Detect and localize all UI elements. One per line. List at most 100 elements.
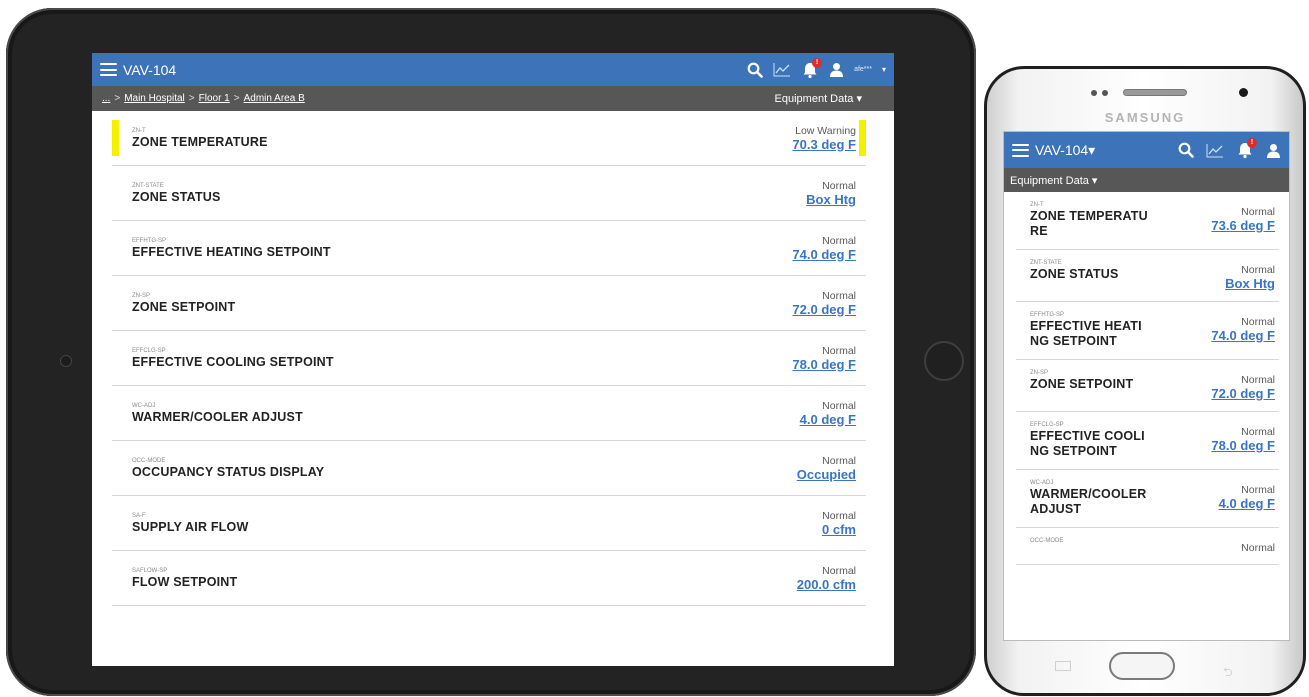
breadcrumb-ellipsis[interactable]: ...: [102, 93, 110, 104]
phone-device: SAMSUNG VAV-104▾ ! Equipment Data ▾ ZN-T…: [984, 66, 1306, 696]
point-status: Normal: [822, 454, 856, 467]
point-code: EFFCLG-SP: [1030, 422, 1064, 428]
point-row-warmer-cooler-adjust[interactable]: WC-ADJ WARMER/COOLER ADJUST Normal 4.0 d…: [112, 386, 866, 441]
warning-indicator: [859, 120, 866, 156]
point-status: Normal: [1241, 484, 1275, 496]
point-code: ZNT-STATE: [1030, 260, 1062, 266]
phone-app-header: VAV-104▾ !: [1004, 132, 1289, 168]
breadcrumb: ... > Main Hospital > Floor 1 > Admin Ar…: [92, 86, 894, 111]
phone-point-row-zone-temperature[interactable]: ZN-T ZONE TEMPERATURE Normal 73.6 deg F: [1016, 192, 1279, 250]
point-value-link[interactable]: 200.0 cfm: [797, 577, 856, 592]
trend-chart-icon[interactable]: [773, 62, 791, 77]
point-code: SAFLOW-SP: [132, 567, 168, 574]
breadcrumb-admin-area-b[interactable]: Admin Area B: [244, 93, 305, 104]
point-row-effective-cooling-setpoint[interactable]: EFFCLG-SP EFFECTIVE COOLING SETPOINT Nor…: [112, 331, 866, 386]
point-value-link[interactable]: 72.0 deg F: [792, 302, 856, 317]
point-name: ZONE SETPOINT: [1030, 377, 1134, 391]
point-value-link[interactable]: Occupied: [797, 467, 856, 482]
point-name: ZONE TEMPERATURE: [1030, 209, 1148, 238]
point-code: EFFHTG-SP: [1030, 312, 1064, 318]
phone-speaker: [1123, 89, 1187, 96]
tablet-device: VAV-104 ! afe*** ▾ ... > Main Hospital >…: [6, 8, 976, 696]
point-name: SUPPLY AIR FLOW: [132, 519, 249, 534]
tablet-home-button[interactable]: [924, 341, 964, 381]
point-code: WC-ADJ: [132, 402, 156, 409]
equipment-data-menu[interactable]: Equipment Data ▾: [775, 92, 862, 105]
point-code: ZN-SP: [1030, 370, 1048, 376]
point-value-link[interactable]: Box Htg: [1225, 276, 1275, 291]
breadcrumb-floor-1[interactable]: Floor 1: [199, 93, 230, 104]
point-name: EFFECTIVE COOLING SETPOINT: [1030, 429, 1145, 458]
user-icon[interactable]: [829, 62, 844, 77]
point-code: SA-F: [132, 512, 146, 519]
app-title: VAV-104: [123, 61, 177, 78]
point-row-occupancy-status-display[interactable]: OCC-MODE OCCUPANCY STATUS DISPLAY Normal…: [112, 441, 866, 496]
point-status: Normal: [822, 399, 856, 412]
point-value-link[interactable]: 4.0 deg F: [800, 412, 856, 427]
point-name: ZONE TEMPERATURE: [132, 134, 268, 149]
phone-point-row-zone-setpoint[interactable]: ZN-SP ZONE SETPOINT Normal 72.0 deg F: [1016, 360, 1279, 412]
point-status: Normal: [1241, 426, 1275, 438]
point-value-link[interactable]: 74.0 deg F: [1211, 328, 1275, 343]
point-value-link[interactable]: Box Htg: [806, 192, 856, 207]
hamburger-icon[interactable]: [1012, 143, 1029, 157]
tablet-screen: VAV-104 ! afe*** ▾ ... > Main Hospital >…: [92, 53, 894, 666]
point-status: Normal: [822, 179, 856, 192]
point-value-link[interactable]: 78.0 deg F: [1211, 438, 1275, 453]
point-code: OCC-MODE: [1030, 538, 1064, 544]
phone-point-row-warmer-cooler-adjust[interactable]: WC-ADJ WARMER/COOLER ADJUST Normal 4.0 d…: [1016, 470, 1279, 528]
bell-icon[interactable]: !: [801, 57, 823, 79]
phone-app-title[interactable]: VAV-104▾: [1035, 142, 1095, 159]
phone-equipment-data-menu[interactable]: Equipment Data ▾: [1004, 168, 1289, 192]
recent-apps-key[interactable]: [1055, 661, 1071, 671]
point-name: ZONE STATUS: [1030, 267, 1119, 281]
breadcrumb-separator: >: [114, 93, 121, 104]
phone-brand-logo: SAMSUNG: [1104, 110, 1186, 125]
chevron-down-icon[interactable]: ▾: [882, 65, 886, 74]
point-code: ZNT-STATE: [132, 182, 164, 189]
point-row-zone-setpoint[interactable]: ZN-SP ZONE SETPOINT Normal 72.0 deg F: [112, 276, 866, 331]
trend-chart-icon[interactable]: [1206, 143, 1224, 158]
point-status: Normal: [1241, 264, 1275, 276]
back-key[interactable]: ⮌: [1223, 663, 1233, 684]
phone-screen: VAV-104▾ ! Equipment Data ▾ ZN-T ZONE TE…: [1003, 131, 1290, 641]
phone-home-button[interactable]: [1109, 652, 1175, 680]
warning-indicator: [112, 120, 119, 156]
point-value-link[interactable]: 74.0 deg F: [792, 247, 856, 262]
phone-sensors: [1091, 90, 1108, 96]
point-list: ZN-T ZONE TEMPERATURE Low Warning 70.3 d…: [92, 111, 894, 606]
point-value-link[interactable]: 72.0 deg F: [1211, 386, 1275, 401]
point-name: EFFECTIVE COOLING SETPOINT: [132, 354, 334, 369]
breadcrumb-separator: >: [188, 93, 195, 104]
point-row-zone-status[interactable]: ZNT-STATE ZONE STATUS Normal Box Htg: [112, 166, 866, 221]
phone-point-row-zone-status[interactable]: ZNT-STATE ZONE STATUS Normal Box Htg: [1016, 250, 1279, 302]
user-icon[interactable]: [1266, 143, 1281, 158]
point-status: Normal: [822, 234, 856, 247]
point-value-link[interactable]: 73.6 deg F: [1211, 218, 1275, 233]
phone-point-row-occupancy-mode[interactable]: OCC-MODE Normal: [1016, 528, 1279, 565]
point-value-link[interactable]: 78.0 deg F: [792, 357, 856, 372]
search-icon[interactable]: [747, 62, 763, 78]
point-value-link[interactable]: 4.0 deg F: [1219, 496, 1275, 511]
app-header: VAV-104 ! afe*** ▾: [92, 53, 894, 86]
tablet-camera: [60, 355, 72, 367]
point-row-effective-heating-setpoint[interactable]: EFFHTG-SP EFFECTIVE HEATING SETPOINT Nor…: [112, 221, 866, 276]
phone-point-list: ZN-T ZONE TEMPERATURE Normal 73.6 deg F …: [1004, 192, 1289, 565]
point-row-flow-setpoint[interactable]: SAFLOW-SP FLOW SETPOINT Normal 200.0 cfm: [112, 551, 866, 606]
point-row-zone-temperature[interactable]: ZN-T ZONE TEMPERATURE Low Warning 70.3 d…: [112, 111, 866, 166]
breadcrumb-main-hospital[interactable]: Main Hospital: [124, 93, 185, 104]
phone-point-row-effective-cooling-setpoint[interactable]: EFFCLG-SP EFFECTIVE COOLING SETPOINT Nor…: [1016, 412, 1279, 470]
bell-icon[interactable]: !: [1236, 138, 1257, 159]
point-value-link[interactable]: 70.3 deg F: [792, 137, 856, 152]
hamburger-icon[interactable]: [100, 63, 117, 76]
alarm-badge: !: [812, 57, 823, 68]
user-name[interactable]: afe***: [854, 66, 872, 73]
phone-point-row-effective-heating-setpoint[interactable]: EFFHTG-SP EFFECTIVE HEATING SETPOINT Nor…: [1016, 302, 1279, 360]
point-name: ZONE SETPOINT: [132, 299, 236, 314]
point-status: Normal: [822, 564, 856, 577]
point-value-link[interactable]: 0 cfm: [822, 522, 856, 537]
search-icon[interactable]: [1178, 142, 1194, 158]
breadcrumb-separator: >: [233, 93, 240, 104]
point-row-supply-air-flow[interactable]: SA-F SUPPLY AIR FLOW Normal 0 cfm: [112, 496, 866, 551]
point-name: FLOW SETPOINT: [132, 574, 238, 589]
